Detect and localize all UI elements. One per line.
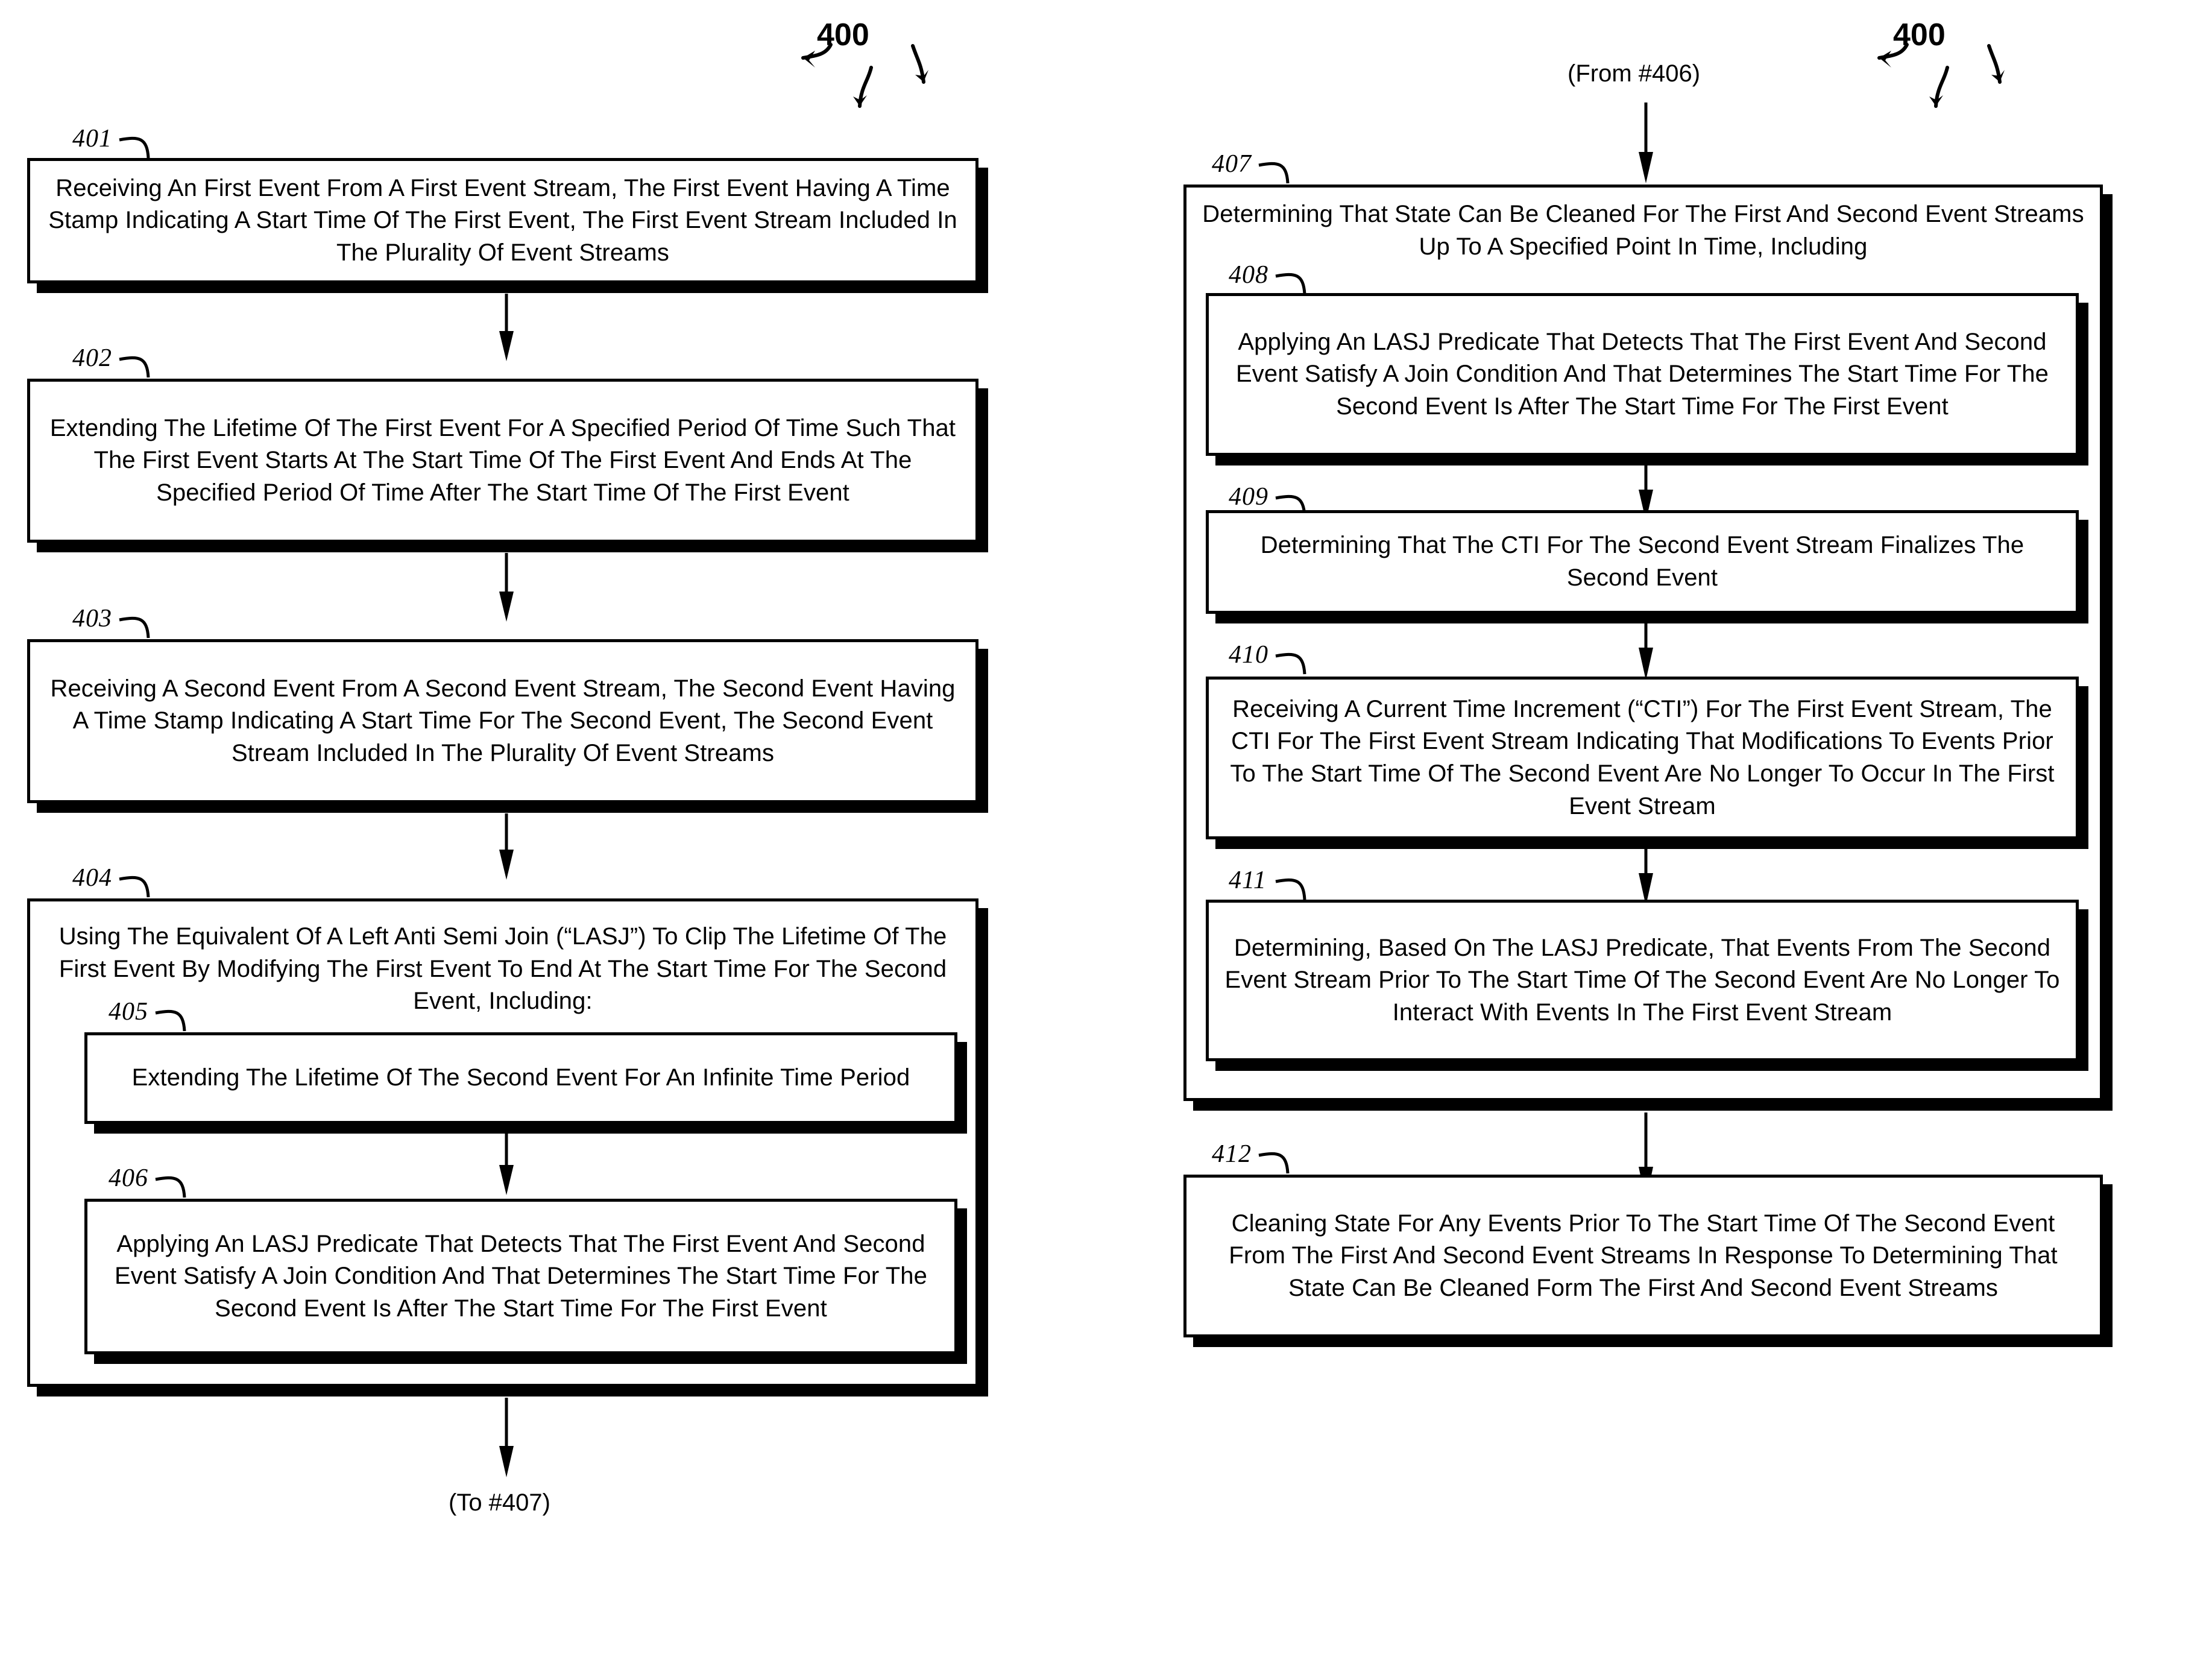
figure-number-left: 400 xyxy=(817,17,869,52)
step-box-408-text: Applying An LASJ Predicate That Detects … xyxy=(1236,328,2049,420)
step-box-406-text: Applying An LASJ Predicate That Detects … xyxy=(115,1230,927,1322)
step-box-405-text: Extending The Lifetime Of The Second Eve… xyxy=(131,1064,910,1091)
ref-407-leader xyxy=(1258,162,1290,184)
connector-404-to407 xyxy=(499,1398,514,1477)
figure-number-right-arrows xyxy=(1877,43,2005,108)
ref-405: 405 xyxy=(109,998,148,1026)
step-box-406: Applying An LASJ Predicate That Detects … xyxy=(84,1199,957,1354)
step-box-410: Receiving A Current Time Increment (“CTI… xyxy=(1206,677,2079,839)
connector-from406-407 xyxy=(1639,103,1653,183)
step-box-403: Receiving A Second Event From A Second E… xyxy=(27,639,978,803)
connector-402-403 xyxy=(499,553,514,622)
step-box-412: Cleaning State For Any Events Prior To T… xyxy=(1183,1175,2103,1337)
connector-403-404 xyxy=(499,813,514,880)
step-box-411-text: Determining, Based On The LASJ Predicate… xyxy=(1224,934,2060,1026)
step-box-402-text: Extending The Lifetime Of The First Even… xyxy=(49,414,956,506)
step-box-410-text: Receiving A Current Time Increment (“CTI… xyxy=(1230,695,2055,819)
to-407-label: (To #407) xyxy=(449,1489,550,1516)
ref-412: 412 xyxy=(1212,1140,1252,1168)
step-box-409: Determining That The CTI For The Second … xyxy=(1206,510,2079,614)
ref-410: 410 xyxy=(1229,641,1268,669)
step-box-402: Extending The Lifetime Of The First Even… xyxy=(27,379,978,543)
ref-406: 406 xyxy=(109,1164,148,1192)
patent-figure-page: 400 401 Receiving An First Event From A … xyxy=(0,0,2212,1660)
ref-404: 404 xyxy=(72,864,112,892)
ref-404-leader xyxy=(119,876,150,898)
step-box-403-text: Receiving A Second Event From A Second E… xyxy=(50,675,956,766)
ref-407: 407 xyxy=(1212,150,1252,178)
figure-number-right: 400 xyxy=(1893,17,1946,52)
from-406-label: (From #406) xyxy=(1568,60,1701,87)
ref-408: 408 xyxy=(1229,261,1268,289)
ref-411: 411 xyxy=(1229,866,1267,894)
step-box-401: Receiving An First Event From A First Ev… xyxy=(27,158,978,283)
ref-409: 409 xyxy=(1229,483,1268,511)
step-box-401-text: Receiving An First Event From A First Ev… xyxy=(48,174,957,266)
figure-number-left-arrows xyxy=(801,43,928,108)
step-box-411: Determining, Based On The LASJ Predicate… xyxy=(1206,900,2079,1061)
connector-401-402 xyxy=(499,294,514,361)
step-box-404-text: Using The Equivalent Of A Left Anti Semi… xyxy=(58,923,947,1015)
step-box-405: Extending The Lifetime Of The Second Eve… xyxy=(84,1032,957,1124)
step-box-412-text: Cleaning State For Any Events Prior To T… xyxy=(1229,1210,2058,1301)
step-box-407-text: Determining That State Can Be Cleaned Fo… xyxy=(1202,201,2084,260)
ref-401: 401 xyxy=(72,125,112,153)
ref-412-leader xyxy=(1258,1152,1290,1174)
ref-403-leader xyxy=(119,616,150,639)
ref-403: 403 xyxy=(72,605,112,633)
step-box-408: Applying An LASJ Predicate That Detects … xyxy=(1206,293,2079,456)
ref-402: 402 xyxy=(72,344,112,372)
step-box-409-text: Determining That The CTI For The Second … xyxy=(1260,532,2025,591)
ref-402-leader xyxy=(119,356,150,378)
